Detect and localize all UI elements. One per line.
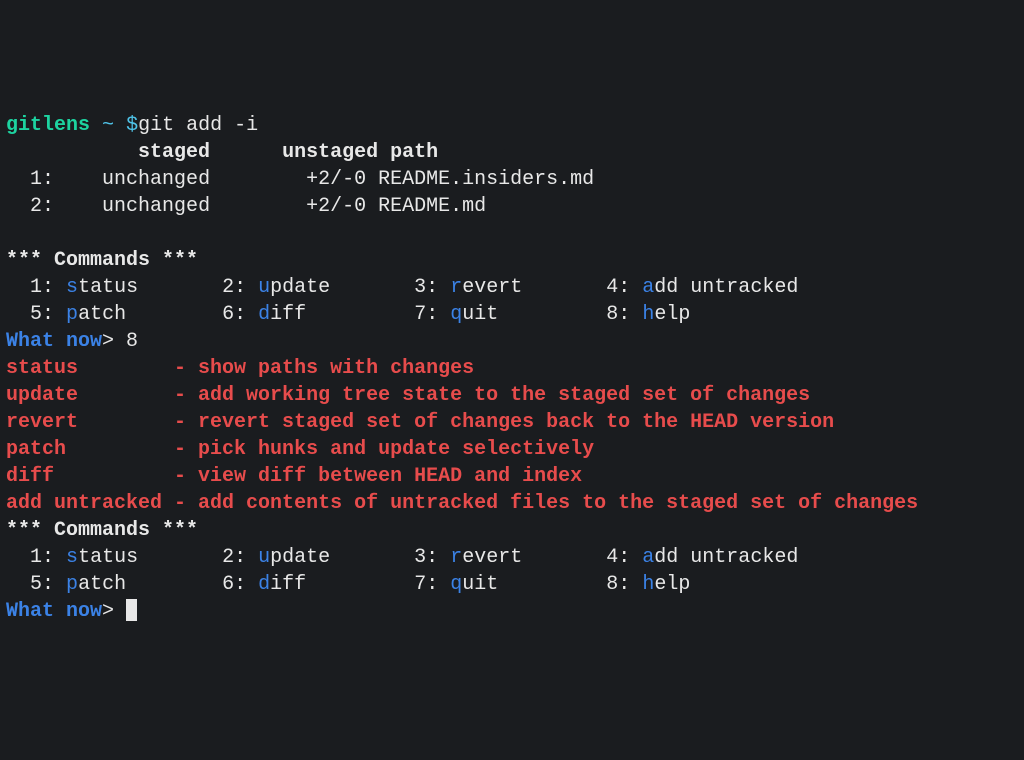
help-line: patch - pick hunks and update selectivel…	[6, 438, 594, 461]
command-text: git add -i	[138, 114, 258, 137]
commands-header: *** Commands ***	[6, 249, 198, 272]
help-line: revert - revert staged set of changes ba…	[6, 411, 834, 434]
commands-header: *** Commands ***	[6, 519, 198, 542]
help-line: status - show paths with changes	[6, 357, 474, 380]
status-header: staged unstaged path	[6, 141, 438, 164]
help-line: update - add working tree state to the s…	[6, 384, 810, 407]
cursor-icon	[126, 599, 137, 621]
status-row: 2: unchanged +2/-0 README.md	[6, 195, 486, 218]
commands-row: 5: patch 6: diff 7: quit 8: help	[6, 573, 690, 596]
what-now-prompt[interactable]: What now>	[6, 600, 137, 623]
help-line: add untracked - add contents of untracke…	[6, 492, 918, 515]
prompt-sep: ~	[102, 114, 114, 137]
what-now-prompt: What now> 8	[6, 330, 138, 353]
prompt-symbol: $	[126, 114, 138, 137]
user-input: 8	[126, 330, 138, 353]
prompt-line: gitlens ~ $git add -i	[6, 114, 258, 137]
commands-row: 1: status 2: update 3: revert 4: add unt…	[6, 276, 798, 299]
prompt-dir: gitlens	[6, 114, 90, 137]
status-row: 1: unchanged +2/-0 README.insiders.md	[6, 168, 594, 191]
commands-row: 1: status 2: update 3: revert 4: add unt…	[6, 546, 798, 569]
commands-row: 5: patch 6: diff 7: quit 8: help	[6, 303, 690, 326]
help-line: diff - view diff between HEAD and index	[6, 465, 582, 488]
terminal-output[interactable]: gitlens ~ $git add -i staged unstaged pa…	[6, 112, 1018, 625]
